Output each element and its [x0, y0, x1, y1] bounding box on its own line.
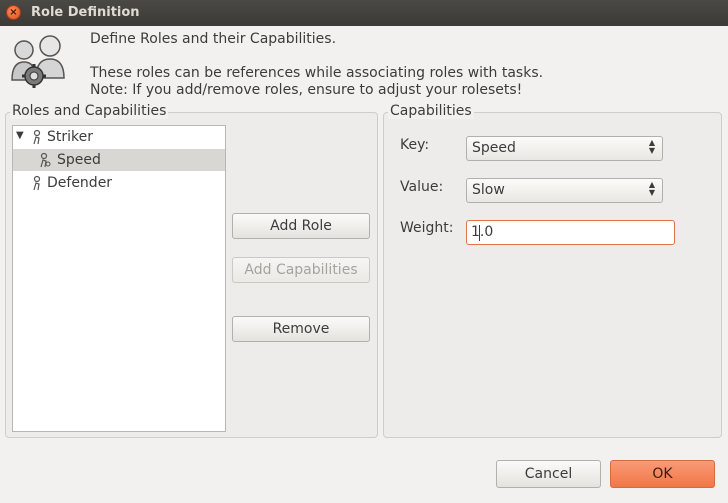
ok-button[interactable]: OK: [610, 460, 715, 488]
key-select[interactable]: Speed ▲ ▼: [466, 136, 663, 161]
intro-line-3: Note: If you add/remove roles, ensure to…: [90, 82, 523, 98]
roles-frame-label: Roles and Capabilities: [10, 103, 169, 119]
tree-item-label: Speed: [57, 152, 101, 168]
intro-line-2: These roles can be references while asso…: [90, 65, 544, 81]
key-label: Key:: [400, 137, 430, 153]
weight-label: Weight:: [400, 220, 454, 236]
tree-item-defender[interactable]: Defender: [13, 172, 225, 194]
cancel-button[interactable]: Cancel: [496, 460, 601, 488]
text-caret: [479, 225, 480, 241]
tree-item-speed[interactable]: Speed: [13, 149, 225, 171]
title-bar: × Role Definition: [0, 0, 728, 26]
tree-item-label: Striker: [47, 129, 93, 145]
remove-button[interactable]: Remove: [232, 316, 370, 342]
tree-expander-icon[interactable]: ▼: [16, 130, 24, 141]
add-capabilities-button[interactable]: Add Capabilities: [232, 257, 370, 283]
roles-tree[interactable]: ▼ Striker Speed Defender: [12, 125, 226, 432]
window-title: Role Definition: [31, 5, 140, 20]
intro-line-1: Define Roles and their Capabilities.: [90, 31, 337, 47]
value-value: Slow: [472, 182, 505, 198]
tree-item-striker[interactable]: ▼ Striker: [13, 126, 225, 148]
role-icon: [33, 129, 41, 145]
key-value: Speed: [472, 140, 516, 156]
tree-item-label: Defender: [47, 175, 113, 191]
close-icon[interactable]: ×: [6, 5, 21, 20]
combo-arrows-icon: ▲ ▼: [648, 138, 655, 155]
capabilities-frame-label: Capabilities: [388, 103, 474, 119]
weight-input[interactable]: 1.0: [466, 220, 675, 245]
capability-icon: [40, 152, 51, 168]
add-role-button[interactable]: Add Role: [232, 213, 370, 239]
role-icon: [33, 175, 41, 191]
roles-settings-icon: [11, 35, 65, 88]
value-select[interactable]: Slow ▲ ▼: [466, 178, 663, 203]
combo-arrows-icon: ▲ ▼: [648, 180, 655, 197]
weight-value: 1.0: [471, 224, 494, 240]
value-label: Value:: [400, 179, 444, 195]
